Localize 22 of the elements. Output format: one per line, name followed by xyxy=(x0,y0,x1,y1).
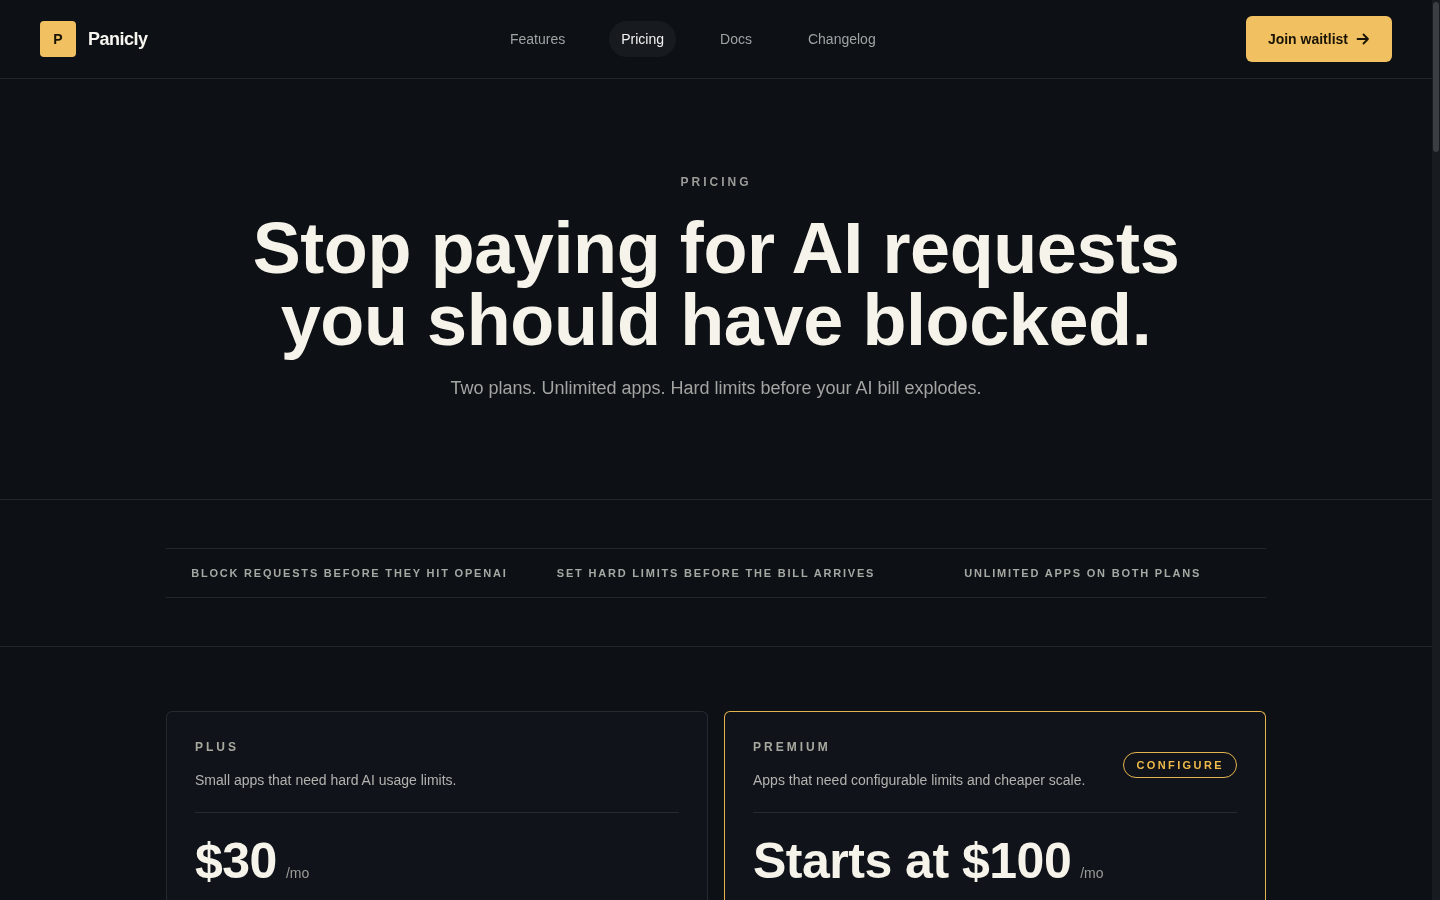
nav-link[interactable]: Docs xyxy=(708,21,764,57)
nav-link[interactable]: Pricing xyxy=(609,21,677,57)
highlight-text: BLOCK REQUESTS BEFORE THEY HIT OPENAI xyxy=(191,567,508,579)
highlight-text: UNLIMITED APPS ON BOTH PLANS xyxy=(964,567,1202,579)
price-period: /mo xyxy=(1080,865,1104,881)
scrollbar-thumb[interactable] xyxy=(1433,2,1439,152)
nav-link[interactable]: Changelog xyxy=(795,21,888,57)
plan-price: $30 xyxy=(195,835,277,887)
plan-description: Small apps that need hard AI usage limits. xyxy=(195,771,457,790)
join-waitlist-button[interactable]: Join waitlist xyxy=(1245,16,1392,62)
nav-link[interactable]: Features xyxy=(498,21,578,57)
plan-description: Apps that need configurable limits and cheaper scale. xyxy=(753,771,1086,790)
price-period: /mo xyxy=(285,865,310,881)
plan-price: Starts at $100 xyxy=(753,835,1072,887)
subtitle: Two plans. Unlimited apps. Hard limits before your AI bill explodes. xyxy=(449,377,983,400)
plan-name: PLUS xyxy=(195,739,240,755)
plan-name: PREMIUM xyxy=(753,739,832,755)
logo-mark[interactable]: P xyxy=(40,21,76,57)
arrow-right-icon xyxy=(1356,32,1370,46)
section-eyebrow: PRICING xyxy=(679,174,753,190)
brand-name[interactable]: Panicly xyxy=(88,28,148,50)
highlight-text: SET HARD LIMITS BEFORE THE BILL ARRIVES xyxy=(556,567,876,579)
